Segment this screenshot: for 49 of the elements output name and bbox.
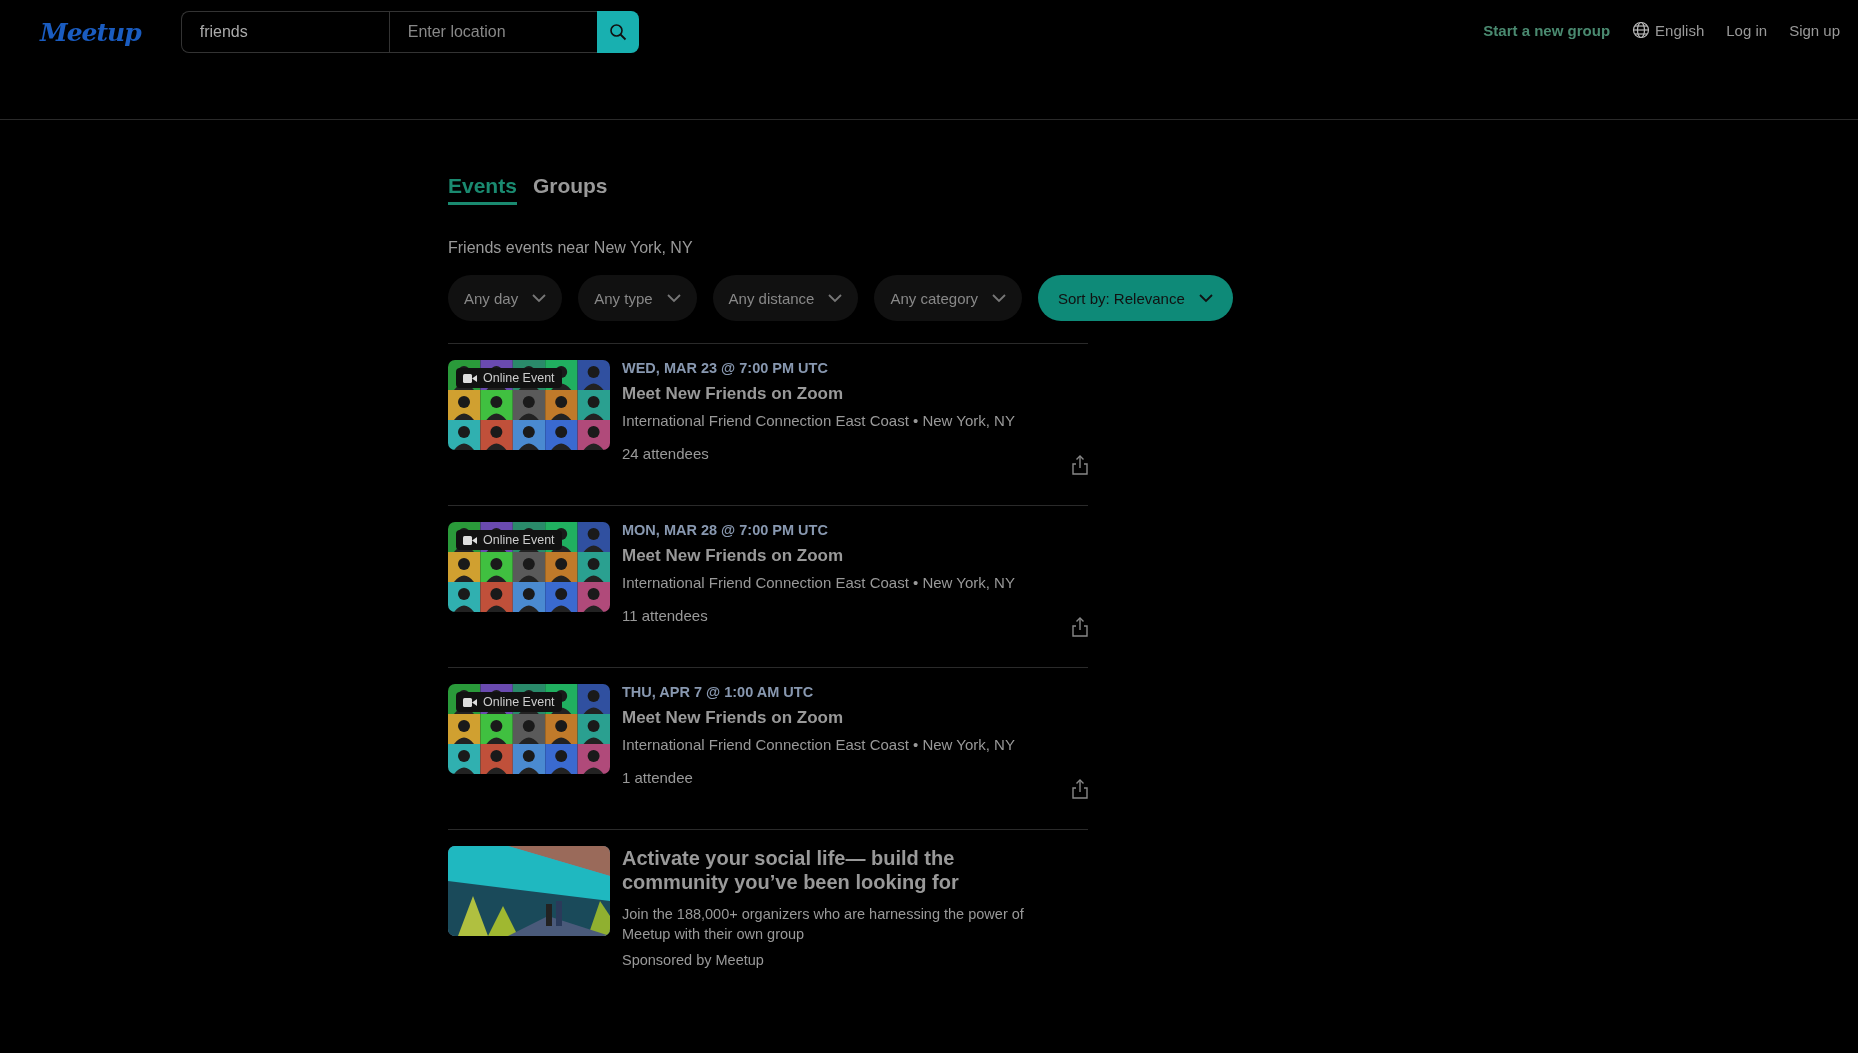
attendee-count: 11 attendees [622,607,708,626]
online-event-badge: Online Event [456,368,562,388]
chevron-down-icon [666,293,681,303]
tab[interactable]: Groups [532,174,608,205]
language-link[interactable]: English [1632,21,1705,39]
attendee-count: 1 attendee [622,769,693,788]
share-button[interactable] [1072,779,1088,799]
event-title[interactable]: Meet New Friends on Zoom [622,384,1088,404]
event-date: THU, APR 7 @ 1:00 AM UTC [622,684,815,700]
nav-link[interactable]: Sign up [1789,21,1840,39]
chevron-down-icon [1198,293,1213,303]
results-heading: Friends events near New York, NY [448,239,694,257]
video-camera-icon [463,696,477,708]
video-camera-icon [463,372,477,384]
promo-text: Join the 188,000+ organizers who are harnessing the power of Meetup with their own group [622,905,1025,944]
filter-dropdown[interactable]: Sort by: Relevance [1038,275,1233,321]
event-title[interactable]: Meet New Friends on Zoom [622,708,1088,728]
location-field[interactable]: Enter location [388,11,597,53]
search-button[interactable] [596,11,639,53]
group-name: International Friend Connection East Coast • New York, NY [622,412,1016,429]
nav-link[interactable]: Start a new group [1483,21,1611,39]
promo-title[interactable]: Activate your social life— build the community you’ve been looking for [622,846,1062,894]
chevron-down-icon [828,293,843,303]
chevron-down-icon [992,293,1006,303]
group-name: International Friend Connection East Coast • New York, NY [622,736,1016,753]
filter-dropdown[interactable]: Any category [874,275,1022,321]
share-icon [1072,617,1088,637]
attendee-count: 24 attendees [622,445,709,464]
event-title[interactable]: Meet New Friends on Zoom [622,546,1088,566]
online-event-badge: Online Event [456,692,562,712]
tab[interactable]: Events [448,174,517,205]
online-event-badge: Online Event [456,530,562,550]
filter-dropdown[interactable]: Any day [448,275,563,321]
group-name: International Friend Connection East Coast • New York, NY [622,574,1016,591]
share-icon [1072,779,1088,799]
chevron-down-icon [532,293,547,303]
event-date: MON, MAR 28 @ 7:00 PM UTC [622,522,829,538]
sponsor-label: Sponsored by Meetup [622,952,765,968]
filter-dropdown[interactable]: Any type [578,275,697,321]
search-icon [608,23,627,41]
nav-link[interactable]: Log in [1726,21,1768,39]
globe-icon [1632,21,1651,39]
share-button[interactable] [1072,617,1088,637]
event-date: WED, MAR 23 @ 7:00 PM UTC [622,360,829,376]
filter-dropdown[interactable]: Any distance [712,275,859,321]
share-icon [1072,455,1088,475]
share-button[interactable] [1072,455,1088,475]
search-field[interactable]: friends [180,11,389,53]
video-camera-icon [463,534,477,546]
